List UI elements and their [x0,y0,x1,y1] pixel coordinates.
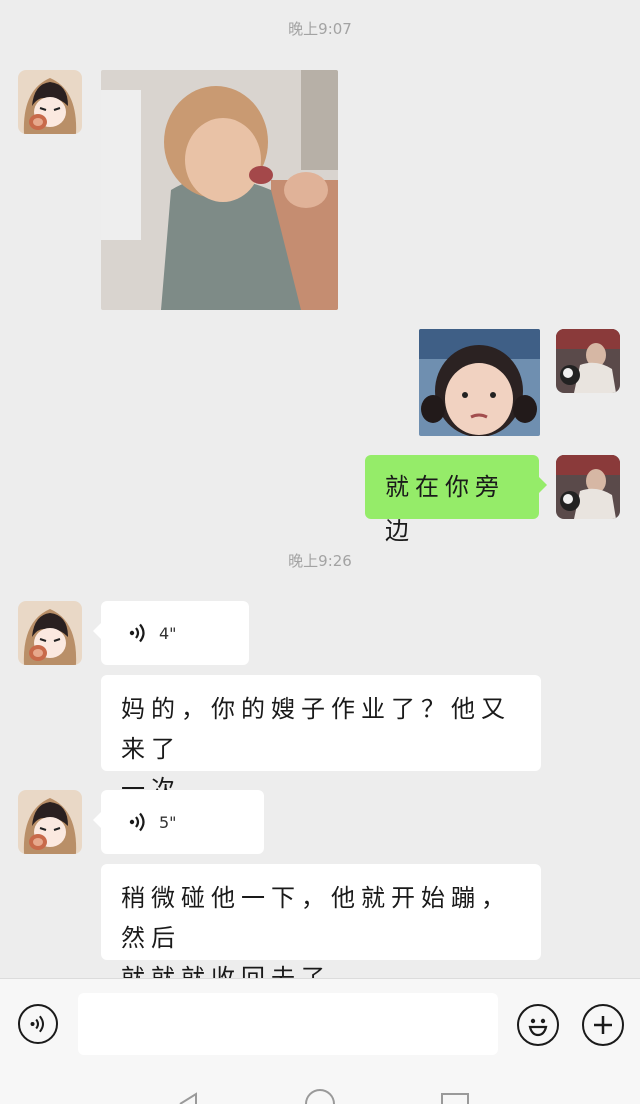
timestamp: 晚上9:07 [288,20,352,38]
home-nav-icon [305,1089,335,1104]
emoji-icon [528,1018,548,1037]
user-photo-avatar-icon [556,329,620,393]
girl-sticker-icon [419,329,540,436]
message-text-line: 妈的，你的嫂子作业了？他又来了 [121,695,511,763]
my-avatar[interactable] [556,455,620,519]
voice-icon [30,1015,44,1033]
message-text-line: 稍微碰他一下，他就开始蹦，然后 [121,884,511,952]
user-photo-avatar-icon [556,455,620,519]
my-text-message[interactable]: 就在你旁边 [365,455,547,545]
voice-duration: 5" [159,812,177,832]
text-message[interactable]: 稍微碰他一下，他就开始蹦，然后 就就就收回去了。 [101,864,541,992]
sticker-message[interactable] [419,329,540,436]
cartoon-girl-avatar-icon [18,601,82,665]
voice-wave-icon [129,623,145,643]
voice-wave-icon [129,812,145,832]
text-message[interactable]: 妈的，你的嫂子作业了？他又来了 一次。 [101,675,541,803]
voice-duration: 4" [159,623,177,643]
emoji-button[interactable] [517,1004,559,1046]
message-text: 就在你旁边 [385,473,505,545]
voice-message[interactable]: 5" [93,790,264,854]
cartoon-girl-avatar-icon [18,790,82,854]
timestamp: 晚上9:26 [288,552,352,570]
contact-avatar[interactable] [18,70,82,134]
plus-button[interactable] [582,1004,624,1046]
message-input[interactable] [78,993,498,1055]
system-nav-bar [179,1089,469,1104]
cartoon-girl-avatar-icon [18,70,82,134]
toddler-photo-icon [101,70,338,310]
voice-input-button[interactable] [18,1004,58,1044]
input-bar [0,978,640,1104]
contact-avatar[interactable] [18,601,82,665]
voice-message[interactable]: 4" [93,601,249,665]
contact-avatar[interactable] [18,790,82,854]
plus-icon [594,1016,612,1034]
my-avatar[interactable] [556,329,620,393]
image-message[interactable] [101,70,338,310]
